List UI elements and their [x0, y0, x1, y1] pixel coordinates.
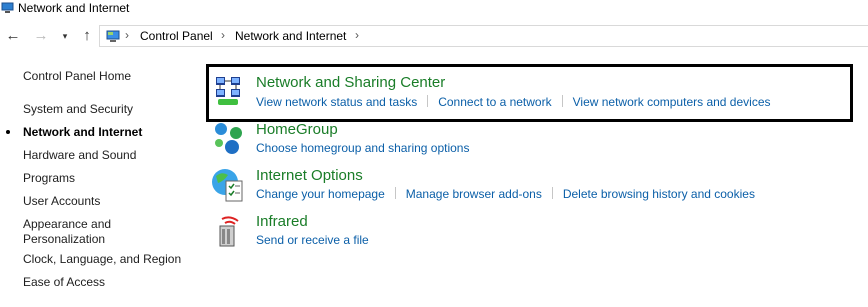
sidebar-item-ease-of-access[interactable]: Ease of Access: [23, 275, 105, 289]
forward-button[interactable]: →: [30, 26, 52, 46]
link-divider: [394, 187, 396, 199]
sidebar-item-clock-language-region[interactable]: Clock, Language, and Region: [23, 252, 181, 266]
sidebar-item-network-and-internet[interactable]: Network and Internet: [23, 125, 142, 139]
sidebar-item-programs[interactable]: Programs: [23, 171, 75, 185]
sidebar-item-system-and-security[interactable]: System and Security: [23, 102, 133, 116]
breadcrumb-control-panel[interactable]: Control Panel: [140, 29, 213, 43]
chevron-right-icon[interactable]: ›: [355, 28, 359, 42]
window-title: Network and Internet: [18, 1, 130, 15]
arrow-up-icon: ↑: [83, 27, 91, 44]
category-title-infrared[interactable]: Infrared: [256, 213, 308, 230]
internet-options-icon: [212, 169, 243, 202]
chevron-down-icon: ▾: [62, 31, 68, 41]
highlight-box: [206, 64, 853, 122]
category-links-homegroup: Choose homegroup and sharing options: [256, 141, 469, 155]
arrow-left-icon: ←: [5, 27, 21, 44]
sidebar-item-user-accounts[interactable]: User Accounts: [23, 194, 100, 208]
link-change-homepage[interactable]: Change your homepage: [256, 187, 385, 201]
chevron-right-icon: ›: [125, 28, 129, 42]
breadcrumb-network-and-internet[interactable]: Network and Internet: [235, 29, 346, 43]
sidebar-item-hardware-and-sound[interactable]: Hardware and Sound: [23, 148, 136, 162]
network-internet-icon: [1, 2, 14, 13]
link-choose-homegroup-options[interactable]: Choose homegroup and sharing options: [256, 141, 469, 155]
category-links-internet-options: Change your homepage Manage browser add-o…: [256, 187, 755, 201]
address-bar[interactable]: › Control Panel › Network and Internet ›: [99, 25, 868, 47]
link-divider: [551, 187, 553, 199]
link-delete-browsing-history[interactable]: Delete browsing history and cookies: [563, 187, 755, 201]
category-title-internet-options[interactable]: Internet Options: [256, 167, 363, 184]
chevron-right-icon[interactable]: ›: [221, 28, 225, 42]
category-title-homegroup[interactable]: HomeGroup: [256, 121, 338, 138]
sidebar-item-appearance-and-personalization[interactable]: Appearance and: [23, 217, 111, 231]
recent-locations-button[interactable]: ▾: [58, 26, 72, 46]
link-send-receive-file[interactable]: Send or receive a file: [256, 233, 369, 247]
category-links-infrared: Send or receive a file: [256, 233, 369, 247]
sidebar-item-appearance-line2[interactable]: Personalization: [23, 232, 105, 246]
navigation-bar: ← → ▾ ↑ › Control Panel › Network and In…: [0, 24, 868, 48]
title-bar: Network and Internet: [0, 0, 868, 18]
infrared-icon: [219, 216, 239, 247]
control-panel-icon: [106, 30, 120, 42]
arrow-right-icon: →: [33, 27, 49, 44]
homegroup-icon: [215, 123, 242, 154]
back-button[interactable]: ←: [2, 26, 24, 46]
link-manage-add-ons[interactable]: Manage browser add-ons: [406, 187, 542, 201]
sidebar-item-control-panel-home[interactable]: Control Panel Home: [23, 69, 131, 83]
up-button[interactable]: ↑: [77, 26, 97, 46]
active-bullet: [6, 130, 10, 134]
